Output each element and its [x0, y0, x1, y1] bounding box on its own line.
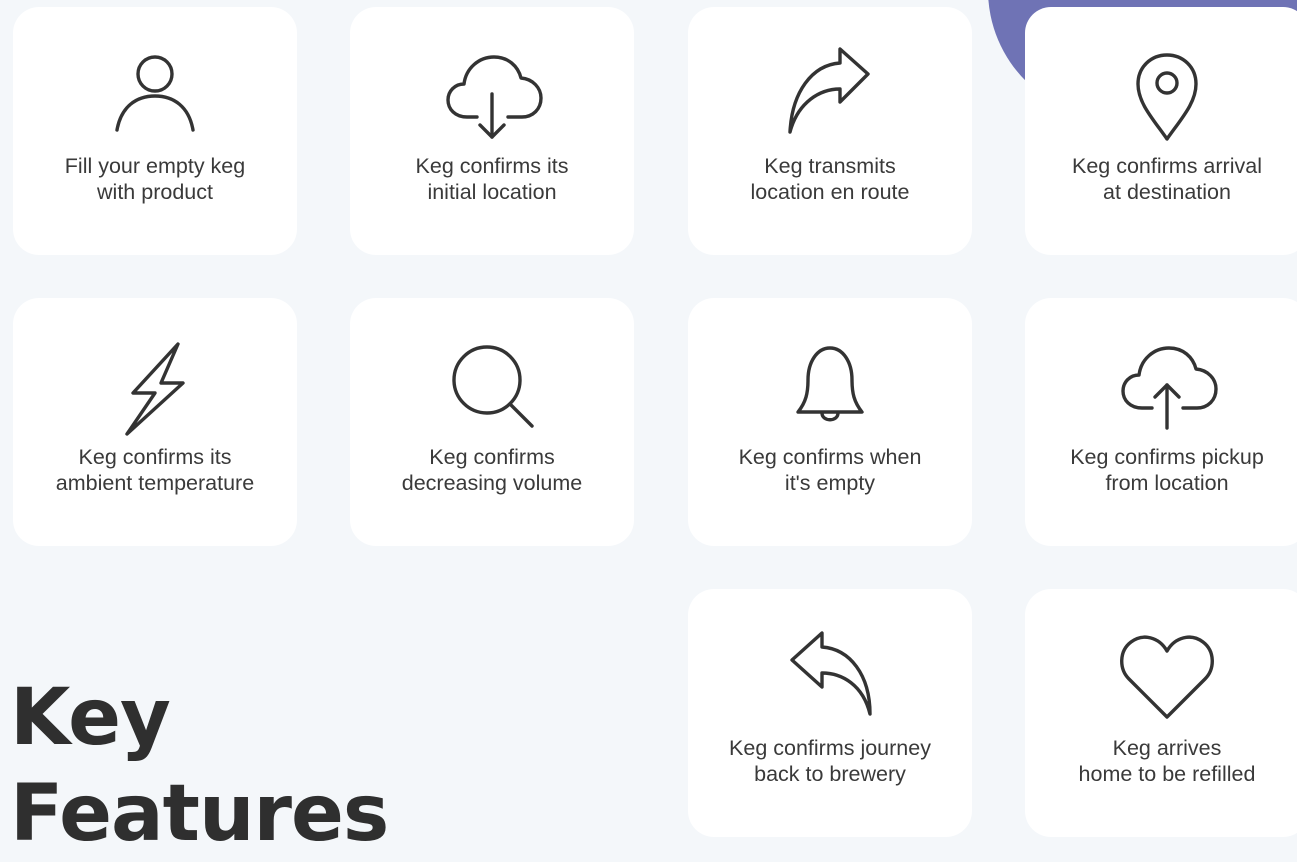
section-title: Key Features	[10, 670, 389, 862]
feature-caption-line: Keg arrives	[1112, 736, 1222, 760]
cloud-upload-icon	[1025, 338, 1297, 438]
feature-caption-line: Keg confirms arrival	[1072, 154, 1262, 178]
heart-icon	[1025, 629, 1297, 729]
feature-caption: Keg confirms pickup from location	[1035, 445, 1297, 496]
feature-card-arrival: Keg confirms arrival at destination	[1025, 7, 1297, 255]
feature-caption: Keg confirms its initial location	[360, 154, 624, 205]
bell-icon	[688, 338, 972, 438]
feature-caption-line: ambient temperature	[55, 470, 255, 495]
feature-caption-line: Keg confirms	[429, 445, 555, 469]
feature-caption-line: with product	[97, 179, 213, 204]
share-arrow-icon	[688, 47, 972, 147]
user-icon	[13, 47, 297, 147]
section-title-line: Features	[10, 769, 389, 859]
feature-caption: Keg confirms journey back to brewery	[698, 736, 962, 787]
feature-caption: Keg confirms its ambient temperature	[23, 445, 287, 496]
feature-caption-line: Fill your empty keg	[64, 154, 246, 178]
feature-caption: Keg arrives home to be refilled	[1035, 736, 1297, 787]
feature-caption-line: Keg confirms when	[738, 445, 922, 469]
feature-card-fill-keg: Fill your empty keg with product	[13, 7, 297, 255]
feature-caption-line: from location	[1105, 470, 1229, 495]
feature-card-home-refill: Keg arrives home to be refilled	[1025, 589, 1297, 837]
feature-card-pickup: Keg confirms pickup from location	[1025, 298, 1297, 546]
feature-caption-line: back to brewery	[754, 761, 906, 786]
feature-caption-line: Keg confirms journey	[729, 736, 931, 760]
map-pin-icon	[1025, 47, 1297, 147]
reply-arrow-icon	[688, 629, 972, 729]
feature-caption: Keg confirms arrival at destination	[1035, 154, 1297, 205]
feature-card-initial-location: Keg confirms its initial location	[350, 7, 634, 255]
feature-card-empty: Keg confirms when it's empty	[688, 298, 972, 546]
feature-caption-line: Keg confirms its	[415, 154, 569, 178]
feature-caption: Keg confirms decreasing volume	[360, 445, 624, 496]
section-title-line: Key	[10, 673, 171, 763]
feature-caption-line: it's empty	[784, 470, 876, 495]
search-icon	[350, 338, 634, 438]
feature-caption: Keg confirms when it's empty	[698, 445, 962, 496]
feature-card-en-route: Keg transmits location en route	[688, 7, 972, 255]
cloud-download-icon	[350, 47, 634, 147]
feature-card-journey-back: Keg confirms journey back to brewery	[688, 589, 972, 837]
feature-caption-line: initial location	[427, 179, 557, 204]
feature-caption-line: Keg confirms its	[78, 445, 232, 469]
feature-caption-line: location en route	[750, 179, 910, 204]
feature-card-volume: Keg confirms decreasing volume	[350, 298, 634, 546]
lightning-bolt-icon	[13, 338, 297, 438]
feature-caption: Fill your empty keg with product	[23, 154, 287, 205]
feature-caption-line: home to be refilled	[1078, 761, 1256, 786]
feature-caption-line: decreasing volume	[401, 470, 583, 495]
feature-caption: Keg transmits location en route	[698, 154, 962, 205]
feature-caption-line: Keg transmits	[764, 154, 896, 178]
feature-caption-line: Keg confirms pickup	[1070, 445, 1264, 469]
feature-card-temperature: Keg confirms its ambient temperature	[13, 298, 297, 546]
feature-caption-line: at destination	[1103, 179, 1231, 204]
